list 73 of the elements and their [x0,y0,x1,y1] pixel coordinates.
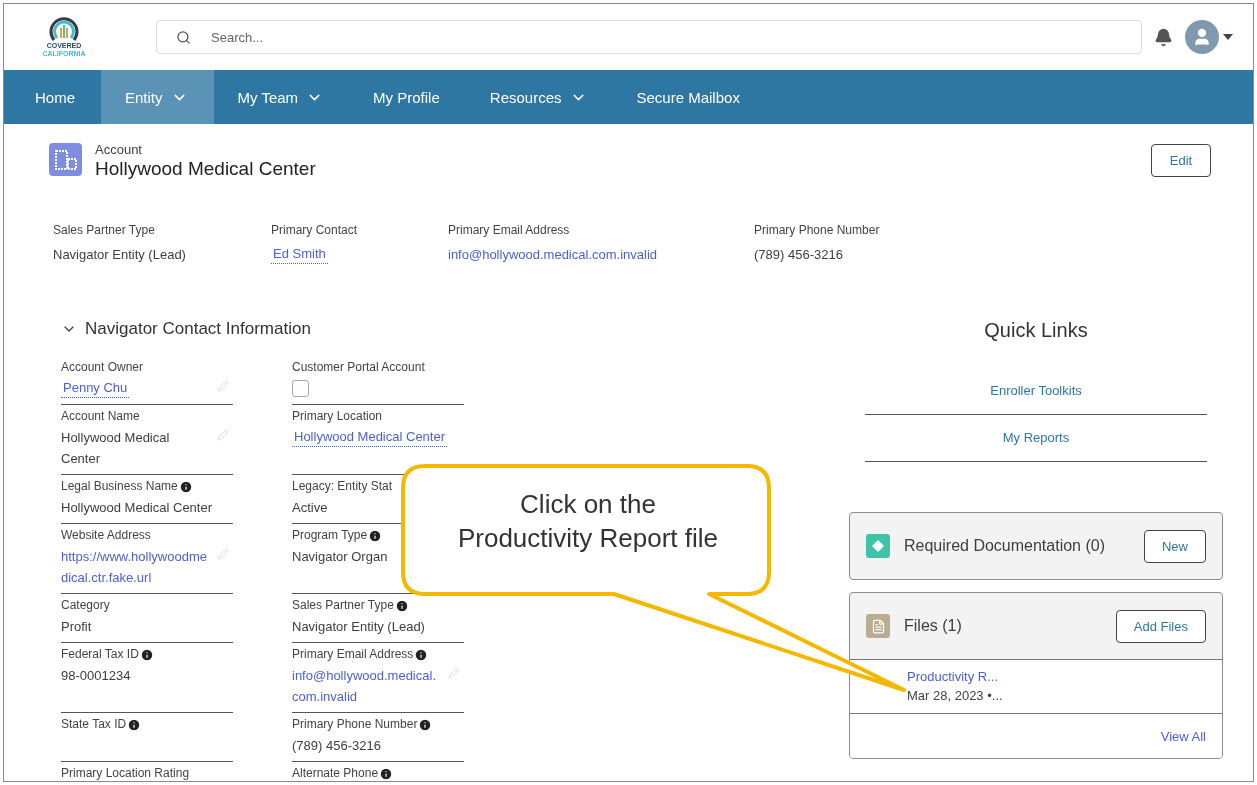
field-value: (789) 456-3216 [292,737,381,755]
info-icon[interactable] [379,766,394,781]
field-link[interactable]: https://www.hollywoodmedical.ctr.fake.url [61,546,209,588]
info-icon[interactable] [368,528,383,543]
field-value: Navigator Organ [292,548,388,566]
info-icon[interactable] [414,647,429,662]
nav-tab[interactable]: Entity [101,70,214,124]
callout-text: Click on the Productivity Report file [456,488,720,555]
field-value: Hollywood Medical Center [61,499,212,517]
field-label: Account Name [61,409,140,424]
field-value: (789) 456-3216 [754,246,843,264]
field-link[interactable]: info@hollywood.medical.com.invalid [448,244,657,265]
field-label: Legal Business Name [61,479,178,494]
field-value: Active [292,499,328,517]
file-link[interactable]: Productivity R... [907,667,999,686]
card-title: Required Documentation (0) [904,537,1106,555]
field-value: Profit [61,618,92,636]
checkbox[interactable] [292,380,309,397]
view-all-link[interactable]: View All [1160,728,1206,744]
quick-link[interactable]: Enroller Toolkits [865,368,1207,415]
field-label: Primary Phone Number [754,223,880,238]
field-label: Primary Contact [271,223,358,238]
field-value: Hollywood Medical Center [61,429,171,468]
field-label: Legacy: Entity Stat [292,479,393,494]
nav-tab[interactable]: My Team [213,70,350,124]
nav-tab[interactable]: My Profile [349,70,466,124]
field-label: Federal Tax ID [61,647,139,662]
nav-tab[interactable]: Resources [465,70,613,124]
card-title: Files (1) [904,617,963,635]
add-files-button[interactable]: Add Files [1115,609,1206,643]
info-icon[interactable] [394,598,409,613]
field-link[interactable]: Ed Smith [271,244,328,264]
section-title: Navigator Contact Information [85,319,311,339]
field-label: Primary Email Address [448,223,570,238]
nav-tab[interactable]: Secure Mailbox [612,70,766,124]
field-label: Customer Portal Account [292,360,425,375]
notification-bell-icon[interactable] [1154,27,1173,47]
field-label: Primary Phone Number [292,717,418,732]
field-label: Program Type [292,528,368,543]
file-icon [866,614,890,638]
quick-links-title: Quick Links [984,319,1088,342]
field-label: Account Owner [61,360,144,375]
info-icon[interactable] [139,647,154,662]
logo-icon [49,16,79,42]
field-label: Primary Location Rating [61,766,190,781]
field-label: Website Address [61,528,151,543]
field-value: Navigator Entity (Lead) [292,618,425,636]
field-label: Sales Partner Type [53,223,155,238]
record-type: Account [95,142,143,157]
building-icon [49,143,82,176]
field-label: Alternate Phone [292,766,379,781]
file-meta: Mar 28, 2023 •... [907,687,1003,705]
field-link[interactable]: info@hollywood.medical.com.invalid [292,665,440,707]
info-icon[interactable] [178,479,193,494]
info-icon[interactable] [418,717,433,732]
nav-tab[interactable]: Home [4,70,101,124]
field-value: Navigator Entity (Lead) [53,246,186,264]
search-icon [176,30,191,45]
new-button[interactable]: New [1144,529,1206,563]
field-value: 98-0001234 [61,667,131,685]
field-label: Sales Partner Type [292,598,394,613]
field-label: Category [61,598,110,613]
edit-button[interactable]: Edit [1151,144,1211,177]
field-link[interactable]: Hollywood Medical Center [292,427,447,447]
field-link[interactable]: Penny Chu [61,378,130,398]
info-icon[interactable] [127,717,142,732]
record-title: Hollywood Medical Center [95,157,317,181]
field-label: State Tax ID [61,717,127,732]
search-field[interactable]: Search... [156,20,1142,54]
field-label: Primary Email Address [292,647,414,662]
quick-link[interactable]: My Reports [865,415,1207,462]
field-label: Primary Location [292,409,383,424]
caret-icon[interactable] [1223,34,1233,40]
